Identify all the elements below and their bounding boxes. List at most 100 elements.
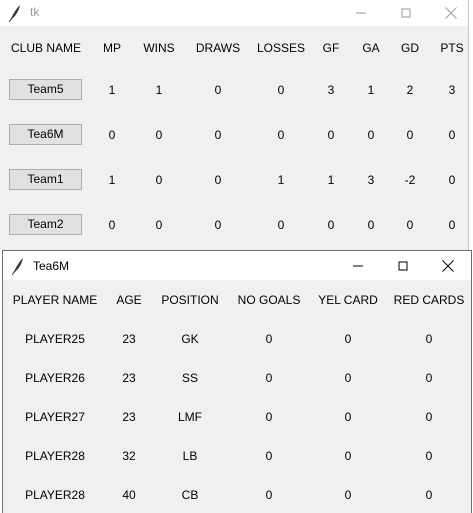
wins-value: 0 <box>155 218 163 232</box>
team-button[interactable]: Team2 <box>9 214 82 235</box>
player-age: 32 <box>122 449 136 463</box>
draws-value: 0 <box>214 83 222 97</box>
maximize-icon <box>398 261 407 270</box>
gd-value: 0 <box>406 218 414 232</box>
feather-icon <box>8 5 20 22</box>
header-mp: MP <box>103 41 121 55</box>
losses-value: 0 <box>277 83 285 97</box>
close-button[interactable] <box>428 0 473 26</box>
player-goals: 0 <box>265 332 273 346</box>
player-position: GK <box>181 332 199 346</box>
main-window: tk CLUB NAME MP WINS DRAWS LOSSES GF GA … <box>0 0 469 250</box>
minimize-button[interactable] <box>335 251 380 280</box>
ga-value: 0 <box>367 218 375 232</box>
wins-value: 0 <box>155 128 163 142</box>
mp-value: 1 <box>108 173 116 187</box>
player-goals: 0 <box>265 410 273 424</box>
player-yel-card: 0 <box>344 449 352 463</box>
close-icon <box>441 259 454 272</box>
player-position: CB <box>181 488 199 502</box>
player-red-cards: 0 <box>425 410 433 424</box>
player-yel-card: 0 <box>344 410 352 424</box>
wins-value: 0 <box>155 173 163 187</box>
feather-icon <box>11 258 23 275</box>
ga-value: 0 <box>367 128 375 142</box>
player-name: PLAYER28 <box>25 488 85 502</box>
gf-value: 1 <box>327 173 335 187</box>
player-age: 40 <box>122 488 136 502</box>
losses-value: 0 <box>277 218 285 232</box>
player-red-cards: 0 <box>425 449 433 463</box>
minimize-icon <box>352 265 363 266</box>
losses-value: 1 <box>277 173 285 187</box>
mp-value: 1 <box>108 83 116 97</box>
main-window-titlebar[interactable]: tk <box>0 0 468 26</box>
team-button[interactable]: Team5 <box>9 79 82 100</box>
pts-value: 3 <box>448 83 456 97</box>
team-button[interactable]: Team1 <box>9 169 82 190</box>
header-red-cards: RED CARDS <box>393 293 465 307</box>
header-yel-card: YEL CARD <box>318 293 378 307</box>
maximize-icon <box>401 8 410 18</box>
player-age: 23 <box>122 371 136 385</box>
pts-value: 0 <box>448 218 456 232</box>
player-name: PLAYER28 <box>25 449 85 463</box>
close-button[interactable] <box>425 251 470 280</box>
player-red-cards: 0 <box>425 332 433 346</box>
team-button[interactable]: Tea6M <box>9 124 82 145</box>
header-losses: LOSSES <box>256 41 306 55</box>
gd-value: -2 <box>404 173 416 187</box>
player-yel-card: 0 <box>344 332 352 346</box>
mp-value: 0 <box>108 128 116 142</box>
close-icon <box>444 7 457 19</box>
ga-value: 1 <box>367 83 375 97</box>
wins-value: 1 <box>155 83 163 97</box>
header-wins: WINS <box>143 41 175 55</box>
header-age: AGE <box>116 293 142 307</box>
player-goals: 0 <box>265 488 273 502</box>
gd-value: 0 <box>406 128 414 142</box>
maximize-button[interactable] <box>380 251 425 280</box>
player-red-cards: 0 <box>425 488 433 502</box>
window-title: tk <box>30 5 40 19</box>
minimize-icon <box>355 12 366 14</box>
header-player-name: PLAYER NAME <box>12 293 98 307</box>
team-window-titlebar[interactable]: Tea6M <box>3 251 471 280</box>
player-yel-card: 0 <box>344 371 352 385</box>
header-club-name: CLUB NAME <box>10 41 82 55</box>
player-name: PLAYER26 <box>25 371 85 385</box>
player-red-cards: 0 <box>425 371 433 385</box>
minimize-button[interactable] <box>338 0 383 26</box>
player-age: 23 <box>122 410 136 424</box>
header-gf: GF <box>322 41 340 55</box>
player-position: LMF <box>178 410 202 424</box>
losses-value: 0 <box>277 128 285 142</box>
player-goals: 0 <box>265 449 273 463</box>
gf-value: 0 <box>327 218 335 232</box>
player-name: PLAYER25 <box>25 332 85 346</box>
header-no-goals: NO GOALS <box>237 293 301 307</box>
header-draws: DRAWS <box>195 41 241 55</box>
gf-value: 0 <box>327 128 335 142</box>
window-title: Tea6M <box>33 259 70 273</box>
mp-value: 0 <box>108 218 116 232</box>
gf-value: 3 <box>327 83 335 97</box>
maximize-button[interactable] <box>383 0 428 26</box>
pts-value: 0 <box>448 173 456 187</box>
gd-value: 2 <box>406 83 414 97</box>
player-position: LB <box>182 449 198 463</box>
header-position: POSITION <box>161 293 219 307</box>
draws-value: 0 <box>214 218 222 232</box>
player-position: SS <box>181 371 199 385</box>
player-name: PLAYER27 <box>25 410 85 424</box>
draws-value: 0 <box>214 128 222 142</box>
header-gd: GD <box>401 41 419 55</box>
ga-value: 3 <box>367 173 375 187</box>
team-window: Tea6M PLAYER NAME AGE POSITION NO GOALS … <box>2 250 472 513</box>
player-goals: 0 <box>265 371 273 385</box>
player-yel-card: 0 <box>344 488 352 502</box>
header-pts: PTS <box>440 41 464 55</box>
pts-value: 0 <box>448 128 456 142</box>
header-ga: GA <box>362 41 380 55</box>
draws-value: 0 <box>214 173 222 187</box>
